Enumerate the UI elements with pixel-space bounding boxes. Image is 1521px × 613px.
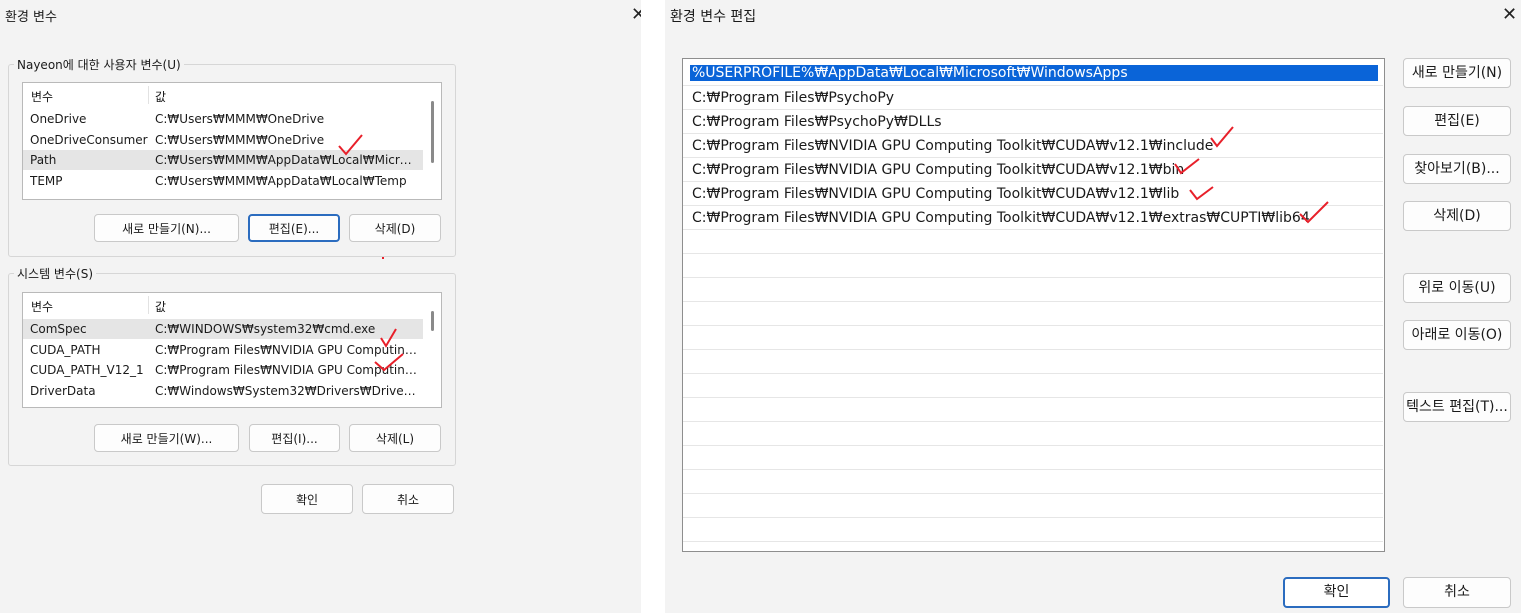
user-edit-button[interactable]: 편집(E)... bbox=[248, 214, 340, 242]
cancel-button[interactable]: 취소 bbox=[1403, 577, 1511, 608]
ok-button[interactable]: 확인 bbox=[261, 484, 353, 514]
dialog-title: 환경 변수 bbox=[5, 10, 57, 25]
scrollbar[interactable] bbox=[431, 311, 434, 331]
user-new-button[interactable]: 새로 만들기(N)... bbox=[94, 214, 239, 242]
table-row[interactable]: OneDriveConsumer C:₩Users₩MMM₩OneDrive bbox=[23, 130, 423, 150]
empty-path-row bbox=[683, 254, 1383, 278]
cancel-button[interactable]: 취소 bbox=[362, 484, 454, 514]
move-up-button[interactable]: 위로 이동(U) bbox=[1403, 273, 1511, 303]
ok-button[interactable]: 확인 bbox=[1283, 577, 1390, 608]
path-list[interactable]: %USERPROFILE%₩AppData₩Local₩Microsoft₩Wi… bbox=[682, 58, 1385, 552]
dialog-title: 환경 변수 편집 bbox=[670, 9, 757, 25]
system-edit-button[interactable]: 편집(I)... bbox=[249, 424, 340, 452]
browse-button[interactable]: 찾아보기(B)... bbox=[1403, 154, 1511, 184]
column-header-value: 값 bbox=[155, 90, 167, 104]
table-row[interactable]: TEMP C:₩Users₩MMM₩AppData₩Local₩Temp bbox=[23, 171, 423, 191]
empty-path-row bbox=[683, 278, 1383, 302]
list-header: 변수 값 bbox=[23, 83, 441, 107]
environment-variables-dialog: 환경 변수 ✕ Nayeon에 대한 사용자 변수(U) 변수 값 OneDri… bbox=[0, 0, 641, 613]
table-row-selected[interactable]: ComSpec C:₩WINDOWS₩system32₩cmd.exe bbox=[23, 319, 423, 339]
empty-path-row bbox=[683, 470, 1383, 494]
path-row-selected[interactable]: %USERPROFILE%₩AppData₩Local₩Microsoft₩Wi… bbox=[683, 62, 1383, 86]
column-header-variable: 변수 bbox=[31, 90, 54, 104]
column-header-value: 값 bbox=[155, 300, 167, 314]
scrollbar[interactable] bbox=[431, 101, 434, 163]
empty-path-row bbox=[683, 518, 1383, 542]
empty-path-row bbox=[683, 350, 1383, 374]
path-row[interactable]: C:₩Program Files₩NVIDIA GPU Computing To… bbox=[683, 158, 1383, 182]
move-down-button[interactable]: 아래로 이동(O) bbox=[1403, 320, 1511, 350]
system-delete-button[interactable]: 삭제(L) bbox=[349, 424, 441, 452]
system-variables-label: 시스템 변수(S) bbox=[14, 265, 96, 282]
empty-path-row bbox=[683, 326, 1383, 350]
empty-path-row bbox=[683, 374, 1383, 398]
empty-path-row bbox=[683, 494, 1383, 518]
column-header-variable: 변수 bbox=[31, 300, 54, 314]
edit-button[interactable]: 편집(E) bbox=[1403, 106, 1511, 136]
empty-path-row bbox=[683, 542, 1383, 551]
path-row[interactable]: C:₩Program Files₩PsychoPy₩DLLs bbox=[683, 110, 1383, 134]
empty-path-row bbox=[683, 422, 1383, 446]
close-icon[interactable]: ✕ bbox=[631, 6, 641, 24]
user-variables-list[interactable]: 변수 값 OneDrive C:₩Users₩MMM₩OneDrive OneD… bbox=[22, 82, 442, 200]
table-row[interactable]: CUDA_PATH_V12_1 C:₩Program Files₩NVIDIA … bbox=[23, 360, 423, 380]
table-row[interactable]: CUDA_PATH C:₩Program Files₩NVIDIA GPU Co… bbox=[23, 340, 423, 360]
new-button[interactable]: 새로 만들기(N) bbox=[1403, 58, 1511, 88]
path-row[interactable]: C:₩Program Files₩NVIDIA GPU Computing To… bbox=[683, 134, 1383, 158]
user-delete-button[interactable]: 삭제(D) bbox=[349, 214, 441, 242]
path-row[interactable]: C:₩Program Files₩NVIDIA GPU Computing To… bbox=[683, 206, 1383, 230]
empty-path-row bbox=[683, 446, 1383, 470]
edit-environment-variable-dialog: 환경 변수 편집 ✕ %USERPROFILE%₩AppData₩Local₩M… bbox=[665, 0, 1521, 613]
table-row[interactable]: OneDrive C:₩Users₩MMM₩OneDrive bbox=[23, 109, 423, 129]
empty-path-row bbox=[683, 398, 1383, 422]
table-row[interactable]: DriverData C:₩Windows₩System32₩Drivers₩D… bbox=[23, 381, 423, 401]
list-header: 변수 값 bbox=[23, 293, 441, 317]
path-row[interactable]: C:₩Program Files₩NVIDIA GPU Computing To… bbox=[683, 182, 1383, 206]
edit-text-button[interactable]: 텍스트 편집(T)... bbox=[1403, 392, 1511, 422]
system-new-button[interactable]: 새로 만들기(W)... bbox=[94, 424, 239, 452]
user-variables-label: Nayeon에 대한 사용자 변수(U) bbox=[14, 56, 184, 73]
annotation-dot bbox=[382, 257, 384, 259]
path-row[interactable]: C:₩Program Files₩PsychoPy bbox=[683, 86, 1383, 110]
empty-path-row bbox=[683, 230, 1383, 254]
empty-path-row bbox=[683, 302, 1383, 326]
delete-button[interactable]: 삭제(D) bbox=[1403, 201, 1511, 231]
system-variables-list[interactable]: 변수 값 ComSpec C:₩WINDOWS₩system32₩cmd.exe… bbox=[22, 292, 442, 408]
close-icon[interactable]: ✕ bbox=[1502, 6, 1517, 24]
table-row-selected[interactable]: Path C:₩Users₩MMM₩AppData₩Local₩Micros..… bbox=[23, 150, 423, 170]
